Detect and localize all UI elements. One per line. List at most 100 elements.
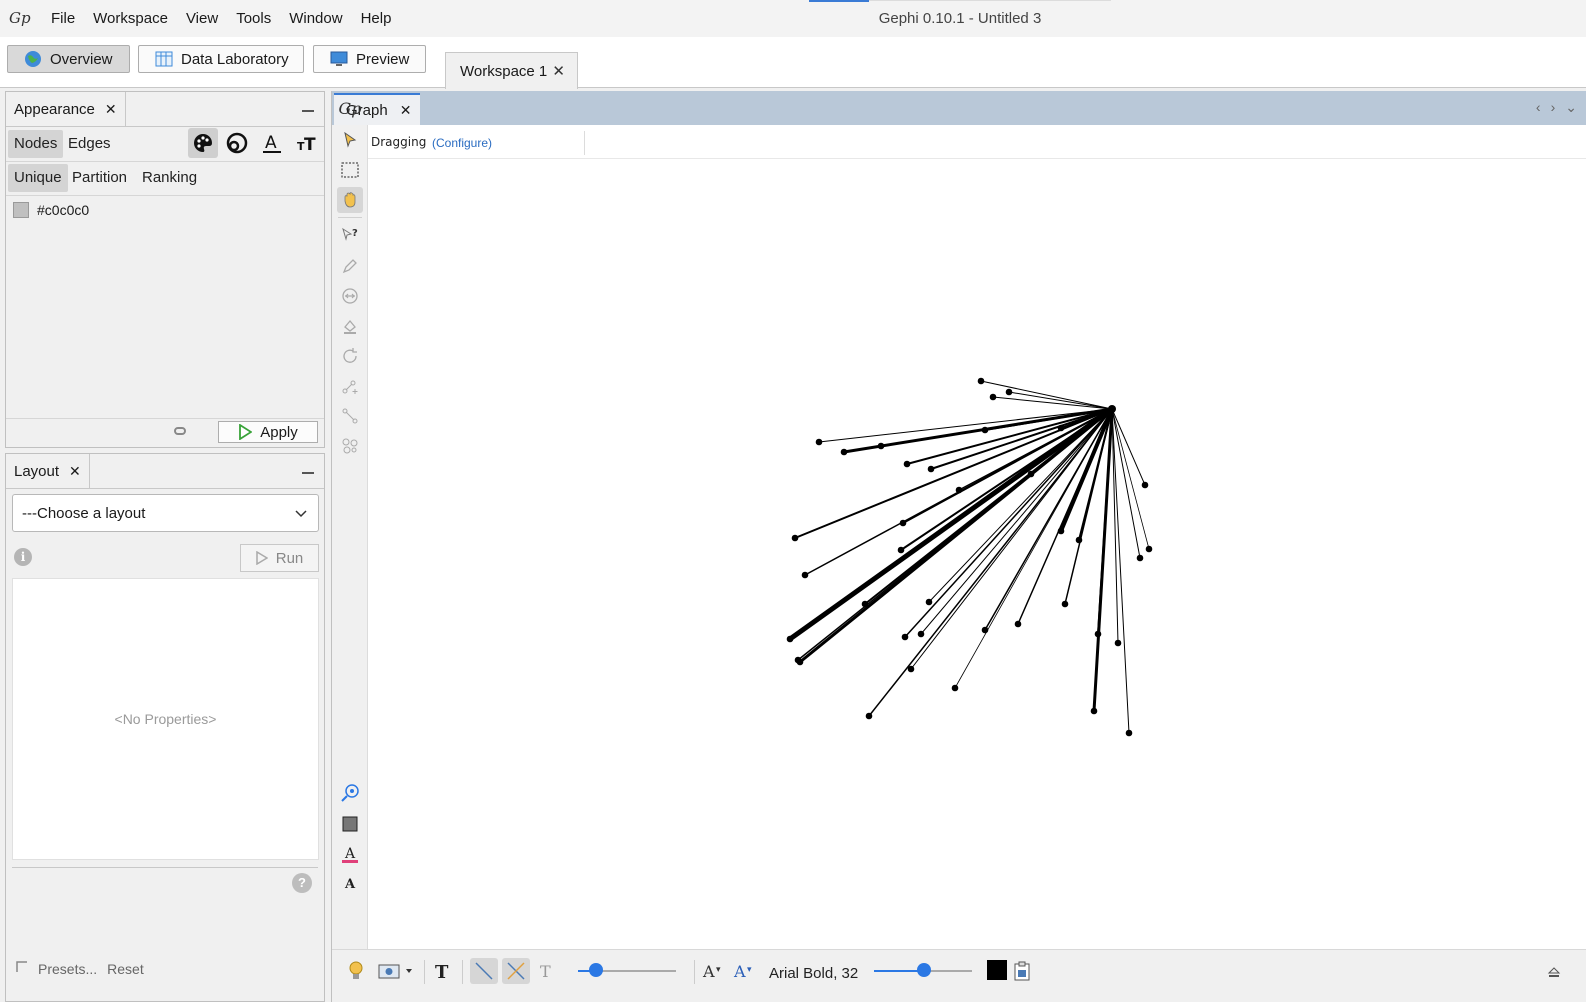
unique-tab[interactable]: Unique: [8, 164, 68, 192]
show-labels-icon[interactable]: T: [431, 958, 455, 984]
graph-node[interactable]: [981, 426, 989, 434]
screenshot-icon[interactable]: [376, 958, 416, 984]
graph-node[interactable]: [1145, 545, 1153, 553]
drag-hand-icon[interactable]: [337, 187, 363, 213]
apply-button[interactable]: Apply: [218, 421, 318, 443]
edit-node-icon[interactable]: ?: [337, 223, 363, 249]
background-color-icon[interactable]: [337, 811, 363, 837]
add-edge-icon[interactable]: [337, 403, 363, 429]
pointer-icon[interactable]: [337, 127, 363, 153]
preview-button[interactable]: Preview: [313, 45, 426, 73]
graph-node[interactable]: [865, 712, 873, 720]
overview-button[interactable]: Overview: [7, 45, 130, 73]
graph-node[interactable]: [907, 665, 915, 673]
graph-node[interactable]: [1094, 630, 1102, 638]
graph-hub-node[interactable]: [1108, 405, 1116, 413]
layout-tab[interactable]: Layout ✕: [6, 454, 90, 488]
graph-node[interactable]: [1136, 554, 1144, 562]
chain-link-icon[interactable]: [174, 427, 186, 435]
graph-node[interactable]: [794, 656, 802, 664]
label-color-swatch[interactable]: [987, 960, 1007, 980]
nodes-toggle[interactable]: Nodes: [8, 130, 64, 158]
menu-view[interactable]: View: [177, 0, 227, 37]
graph-node[interactable]: [877, 442, 885, 450]
chevron-right-icon[interactable]: ›: [1551, 99, 1556, 116]
edge-labels-icon[interactable]: T: [535, 958, 559, 984]
graph-node[interactable]: [1014, 620, 1022, 628]
reset-button[interactable]: Reset: [107, 961, 144, 977]
heat-map-icon[interactable]: [337, 433, 363, 459]
label-color-icon[interactable]: A: [257, 128, 287, 158]
size-icon[interactable]: [222, 128, 252, 158]
font-icon[interactable]: A: [337, 870, 363, 896]
minimize-icon[interactable]: [302, 110, 314, 112]
ranking-tab[interactable]: Ranking: [136, 164, 203, 192]
menu-window[interactable]: Window: [280, 0, 351, 37]
graph-node[interactable]: [1061, 600, 1069, 608]
info-icon[interactable]: i: [14, 548, 32, 566]
graph-node[interactable]: [840, 448, 848, 456]
label-size-slider[interactable]: [874, 963, 972, 977]
lightbulb-icon[interactable]: [345, 958, 367, 984]
chevron-left-icon[interactable]: ‹: [1536, 99, 1541, 116]
graph-node[interactable]: [801, 571, 809, 579]
help-icon[interactable]: ?: [292, 873, 312, 893]
close-icon[interactable]: ✕: [552, 62, 565, 80]
unique-color-row[interactable]: #c0c0c0: [13, 202, 89, 218]
run-button[interactable]: Run: [240, 544, 319, 572]
partition-tab[interactable]: Partition: [66, 164, 133, 192]
edges-toggle[interactable]: Edges: [62, 130, 117, 158]
graph-node[interactable]: [1125, 729, 1133, 737]
graph-node[interactable]: [1057, 424, 1065, 432]
close-icon[interactable]: ✕: [105, 101, 117, 118]
font-size-down-icon[interactable]: A ▾: [701, 958, 725, 984]
graph-node[interactable]: [1057, 527, 1065, 535]
paint-bucket-icon[interactable]: [337, 313, 363, 339]
graph-node[interactable]: [791, 534, 799, 542]
graph-node[interactable]: [977, 377, 985, 385]
graph-node[interactable]: [981, 626, 989, 634]
graph-node[interactable]: [1005, 388, 1013, 396]
clipboard-icon[interactable]: [1010, 958, 1034, 984]
edge-scale-slider[interactable]: [578, 963, 676, 977]
graph-node[interactable]: [1027, 470, 1035, 478]
graph-node[interactable]: [1075, 536, 1083, 544]
font-label[interactable]: Arial Bold, 32: [769, 965, 858, 982]
label-color-icon[interactable]: A: [337, 841, 363, 867]
graph-node[interactable]: [1114, 639, 1122, 647]
graph-node[interactable]: [917, 630, 925, 638]
graph-svg[interactable]: [368, 159, 1586, 949]
menu-help[interactable]: Help: [352, 0, 401, 37]
add-node-icon[interactable]: [337, 373, 363, 399]
graph-node[interactable]: [955, 486, 963, 494]
slider-knob[interactable]: [589, 963, 603, 977]
close-icon[interactable]: ✕: [69, 463, 81, 480]
label-size-icon[interactable]: TT: [292, 128, 322, 158]
graph-canvas[interactable]: [368, 159, 1586, 949]
graph-node[interactable]: [903, 460, 911, 468]
graph-node[interactable]: [897, 546, 905, 554]
layout-select[interactable]: ---Choose a layout: [12, 494, 319, 532]
chevron-down-icon[interactable]: ⌄: [1565, 99, 1577, 116]
center-graph-icon[interactable]: [337, 780, 363, 806]
configure-link[interactable]: (Configure): [432, 136, 492, 150]
presets-button[interactable]: Presets...: [38, 961, 97, 977]
graph-node[interactable]: [899, 519, 907, 527]
graph-node[interactable]: [1141, 481, 1149, 489]
pencil-icon[interactable]: [337, 253, 363, 279]
menu-file[interactable]: File: [42, 0, 84, 37]
color-swatch[interactable]: [13, 202, 29, 218]
data-laboratory-button[interactable]: Data Laboratory: [138, 45, 304, 73]
graph-node[interactable]: [927, 465, 935, 473]
close-icon[interactable]: ✕: [400, 102, 412, 119]
shortest-path-icon[interactable]: [337, 283, 363, 309]
minimize-icon[interactable]: [302, 472, 314, 474]
graph-node[interactable]: [925, 598, 933, 606]
palette-icon[interactable]: [188, 128, 218, 158]
graph-node[interactable]: [861, 600, 869, 608]
graph-node[interactable]: [901, 633, 909, 641]
rotate-icon[interactable]: [337, 343, 363, 369]
show-edges-icon[interactable]: [470, 958, 498, 984]
slider-knob[interactable]: [917, 963, 931, 977]
graph-node[interactable]: [1090, 707, 1098, 715]
